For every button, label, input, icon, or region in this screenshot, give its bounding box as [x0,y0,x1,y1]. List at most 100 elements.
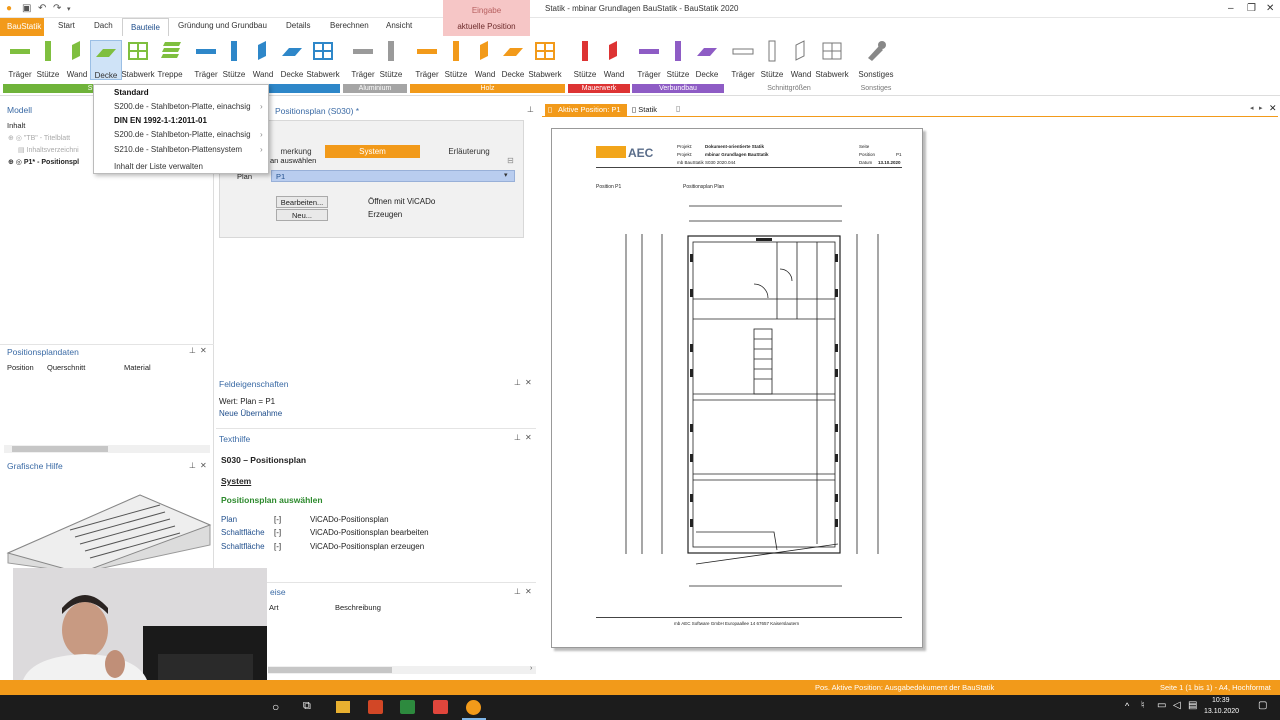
plan-select[interactable]: P1 ▾ [271,170,515,182]
model-panel-title: Modell [7,105,33,115]
dropdown-item[interactable]: S200.de - Stahlbeton-Platte, einachsig › [114,102,263,111]
texthelp-row-name[interactable]: Schaltfläche [221,542,265,551]
dropdown-item[interactable]: DIN EN 1992-1-1:2011-01 [114,116,207,125]
scrollbar-thumb[interactable] [12,446,108,452]
file-explorer-icon[interactable] [336,701,350,713]
tab-erlaeuterung[interactable]: Erläuterung [420,145,518,158]
tab-baustatik[interactable]: BauStatik [0,18,44,36]
ribbon-stabwerk-stahl[interactable]: Stabwerk [306,40,340,80]
close-icon[interactable]: ✕ [1266,3,1274,14]
network-icon[interactable]: ▭ [1157,700,1166,711]
group-schnittgroessen: Schnittgrößen [727,84,851,93]
volume-icon[interactable]: ◁ [1173,700,1181,711]
task-view-icon[interactable]: ⧉ [303,700,311,713]
doc-footer-rule [596,617,902,618]
tree-node-titelblatt[interactable]: ⊕ ◎ "TB" - Titelblatt [8,134,70,142]
restore-icon[interactable]: ❐ [1247,3,1256,14]
ribbon-treppe[interactable]: Treppe [154,40,186,80]
tab-berechnen[interactable]: Berechnen [330,21,369,30]
close-icon[interactable]: ✕ [525,433,532,442]
app-icon-red[interactable] [433,700,448,714]
texthelp-system: System [221,476,252,486]
tab-gruendung[interactable]: Gründung und Grundbau [178,21,267,30]
pin-icon[interactable]: ⊥ [514,378,521,387]
close-icon[interactable]: ✕ [525,378,532,387]
close-icon[interactable]: ✕ [200,346,207,355]
tree-label: "TB" - Titelblatt [23,135,71,142]
scroll-right-icon[interactable]: ▸ [1259,104,1263,112]
chevron-up-icon[interactable]: ^ [1125,701,1129,711]
close-icon[interactable]: ✕ [1269,103,1277,114]
column-icon [574,40,596,62]
app-icon-green[interactable] [400,700,415,714]
pin-icon[interactable]: ⊥ [189,346,196,355]
scroll-left-icon[interactable]: ◂ [1250,104,1254,112]
tab-dach[interactable]: Dach [94,21,113,30]
dropdown-item[interactable]: S200.de - Stahlbeton-Platte, einachsig › [114,130,263,139]
pin-icon[interactable]: ⊥ [514,587,521,596]
baustatik-taskbar-icon[interactable] [466,700,481,715]
clock-date[interactable]: 13.10.2020 [1204,708,1239,715]
language-icon[interactable]: ▤ [1188,700,1197,711]
tab-statik[interactable]: ▯ Statik [632,105,657,114]
tree-node-p1[interactable]: ⊕ ◎ P1* - Positionspl [8,158,79,166]
group-sonstiges: Sonstiges [852,84,900,93]
document-icon: ▯ [632,105,637,114]
column-header[interactable]: Querschnitt [47,363,85,372]
clock-time[interactable]: 10:39 [1212,697,1230,704]
undo-icon[interactable]: ↶ [38,3,46,14]
collapse-icon[interactable]: ⊟ [507,156,514,165]
new-description: Erzeugen [368,210,403,219]
column-header[interactable]: Art [269,603,279,612]
scrollbar-thumb[interactable] [268,667,392,673]
pin-icon[interactable]: ⊥ [189,461,196,470]
tab-start[interactable]: Start [58,21,75,30]
horizontal-scrollbar[interactable]: › [268,665,536,674]
texthelp-row-name[interactable]: Schaltfläche [221,528,265,537]
column-icon [761,40,783,62]
texthelp-row-name[interactable]: Plan [221,515,237,524]
column-header[interactable]: Material [124,363,151,372]
powerpoint-icon[interactable] [368,700,383,714]
column-header[interactable]: Position [7,363,34,372]
tab-bauteile[interactable]: Bauteile [122,18,169,37]
ribbon-sonstiges[interactable]: Sonstiges [858,40,894,80]
tab-details[interactable]: Details [286,21,310,30]
ribbon-wand-mauerwerk[interactable]: Wand [598,40,630,80]
new-tab-icon[interactable]: ▯ [676,104,680,113]
new-button[interactable]: Neu... [276,209,328,221]
save-icon[interactable]: ▣ [22,3,31,14]
context-tab-eingabe[interactable]: Eingabe aktuelle Position [443,0,530,36]
quick-access-dropdown-icon[interactable]: ▾ [67,5,71,13]
chevron-down-icon[interactable]: ▾ [504,171,508,179]
scroll-right-icon[interactable]: › [530,665,532,672]
dropdown-item-manage[interactable]: Inhalt der Liste verwalten [114,162,203,171]
notification-icon[interactable]: ▢ [1258,700,1267,711]
tab-aktive-position[interactable]: ▯ Aktive Position: P1 [545,104,627,116]
frame-icon [534,40,556,62]
minimize-icon[interactable]: – [1228,3,1234,14]
column-icon [667,40,689,62]
close-icon[interactable]: ✕ [200,461,207,470]
column-icon [380,40,402,62]
tab-system[interactable]: System [325,145,420,158]
doc-page-label: Seite [859,144,870,149]
edit-button[interactable]: Bearbeiten... [276,196,328,208]
dropdown-item[interactable]: S210.de - Stahlbeton-Plattensystem › [114,145,263,154]
redo-icon[interactable]: ↷ [53,3,61,14]
windows-taskbar: ○ ⧉ ^ ♮ ▭ ◁ ▤ 10:39 13.10.2020 ▢ [0,695,1280,720]
pin-icon[interactable]: ⊥ [527,105,534,114]
close-icon[interactable]: ✕ [525,587,532,596]
slab-icon [95,41,117,63]
column-header[interactable]: Beschreibung [335,603,381,612]
tab-ansicht[interactable]: Ansicht [386,21,412,30]
ribbon-stabwerk-holz[interactable]: Stabwerk [528,40,562,80]
horizontal-scrollbar[interactable] [4,445,210,453]
ribbon-stuetze-alu[interactable]: Stütze [375,40,407,80]
microphone-icon[interactable]: ♮ [1141,700,1145,711]
tree-node-inhalt[interactable]: ▤ Inhaltsverzeichni [18,146,79,154]
ribbon-decke-verbund[interactable]: Decke [691,40,723,80]
pin-icon[interactable]: ⊥ [514,433,521,442]
ribbon-stabwerk-schnitt[interactable]: Stabwerk [815,40,849,80]
search-icon[interactable]: ○ [272,700,279,714]
